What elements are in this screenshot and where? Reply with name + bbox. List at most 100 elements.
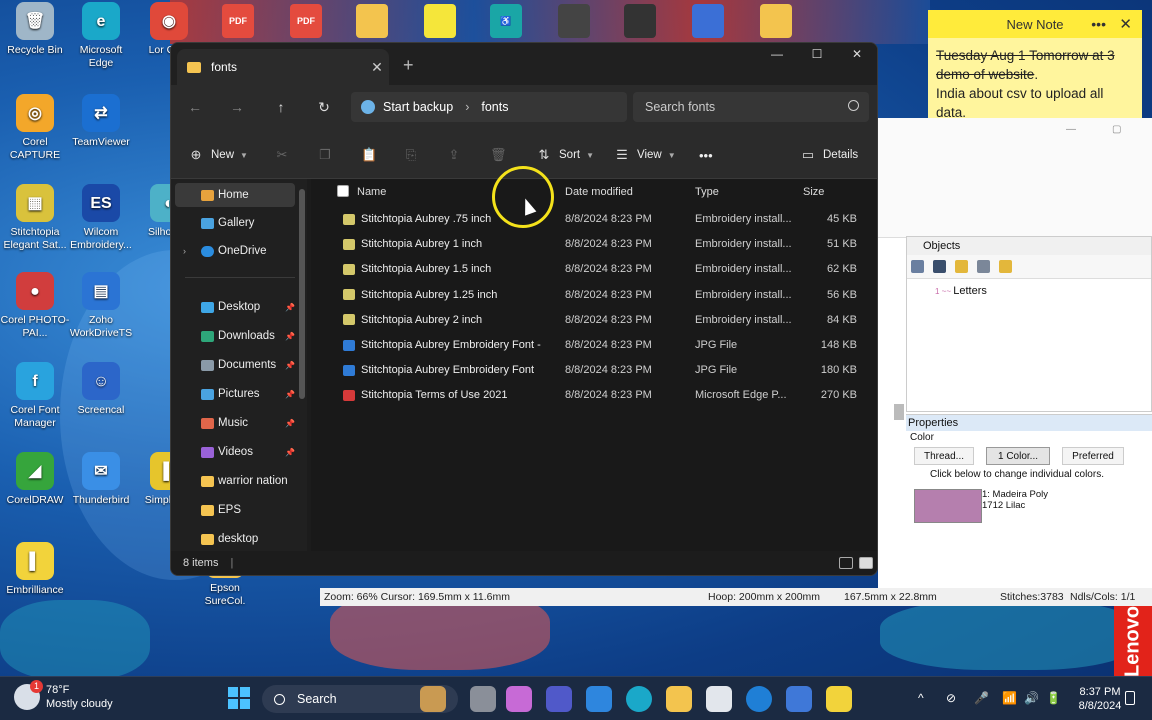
notification-icon[interactable] bbox=[1125, 691, 1135, 705]
delete-button[interactable]: 🗑 bbox=[490, 145, 512, 165]
nav-item-desktop[interactable]: desktop bbox=[171, 527, 301, 551]
desktop-icon[interactable]: ✉ Thunderbird bbox=[66, 452, 136, 507]
desktop-icon[interactable]: ◎ Corel CAPTURE bbox=[0, 94, 70, 162]
desktop-icon[interactable]: 🗑 Recycle Bin bbox=[0, 2, 70, 57]
more-options-button[interactable]: ••• bbox=[699, 145, 713, 165]
desktop-icon[interactable]: f Corel Font Manager bbox=[0, 362, 70, 430]
pin-icon[interactable]: 📌 bbox=[285, 361, 295, 370]
desktop-top-icon[interactable] bbox=[692, 4, 724, 38]
column-type[interactable]: Type bbox=[695, 179, 719, 205]
new-button[interactable]: ⊕ New ▼ bbox=[189, 145, 248, 165]
cat-widget-icon[interactable] bbox=[420, 686, 446, 712]
view-button[interactable]: ☰ View ▼ bbox=[615, 145, 675, 165]
desktop-icon[interactable]: ES Wilcom Embroidery... bbox=[66, 184, 136, 252]
desktop-icon[interactable]: ⇄ TeamViewer bbox=[66, 94, 136, 149]
battery-icon[interactable]: 🔋 bbox=[1046, 691, 1061, 705]
nav-item-warrior-nation[interactable]: warrior nation bbox=[171, 469, 301, 493]
nav-gallery[interactable]: Gallery bbox=[171, 211, 301, 235]
desktop-top-icon[interactable] bbox=[424, 4, 456, 38]
show-hidden-icons[interactable]: ^ bbox=[918, 691, 924, 705]
up-icon[interactable]: ↑ bbox=[271, 97, 291, 117]
cut-button[interactable]: ✂ bbox=[275, 145, 297, 165]
ungroup-icon[interactable] bbox=[933, 260, 946, 273]
file-row[interactable]: Stitchtopia Aubrey .75 inch 8/8/2024 8:23… bbox=[325, 207, 865, 231]
desktop-icon[interactable]: e Microsoft Edge bbox=[66, 2, 136, 70]
desktop-top-icon[interactable]: PDF bbox=[222, 4, 254, 38]
preferred-button[interactable]: Preferred bbox=[1062, 447, 1124, 465]
task-view-icon[interactable] bbox=[470, 686, 496, 712]
design-canvas[interactable]: — ▢ bbox=[878, 118, 1152, 238]
rename-button[interactable]: ⎘ bbox=[404, 145, 426, 165]
nav-item-videos[interactable]: Videos 📌 bbox=[171, 440, 301, 464]
desktop-top-icon[interactable] bbox=[558, 4, 590, 38]
nav-item-eps[interactable]: EPS bbox=[171, 498, 301, 522]
pin-icon[interactable]: 📌 bbox=[285, 332, 295, 341]
column-name[interactable]: Name bbox=[357, 179, 386, 205]
hide-icon[interactable] bbox=[977, 260, 990, 273]
start-button[interactable] bbox=[228, 687, 250, 709]
breadcrumb-current[interactable]: fonts bbox=[481, 100, 508, 114]
restore-button[interactable]: ▢ bbox=[1112, 124, 1121, 135]
share-button[interactable]: ⇪ bbox=[447, 145, 469, 165]
pin-icon[interactable]: 📌 bbox=[285, 303, 295, 312]
sticky-note-body[interactable]: Tuesday Aug 1 Tomorrow at 3 demo of webs… bbox=[928, 38, 1142, 120]
breadcrumb-root[interactable]: Start backup bbox=[383, 100, 453, 114]
column-date-modified[interactable]: Date modified bbox=[565, 179, 633, 205]
nav-item-downloads[interactable]: Downloads 📌 bbox=[171, 324, 301, 348]
close-tab-icon[interactable]: ✕ bbox=[365, 59, 389, 76]
column-size[interactable]: Size bbox=[803, 179, 824, 205]
file-row[interactable]: Stitchtopia Aubrey 1.5 inch 8/8/2024 8:23… bbox=[325, 257, 865, 281]
search-input[interactable]: Search fonts bbox=[633, 92, 869, 122]
desktop-icon[interactable]: ▤ Zoho WorkDriveTS bbox=[66, 272, 136, 340]
minimize-button[interactable]: — bbox=[1066, 124, 1076, 135]
nav-item-desktop[interactable]: Desktop 📌 bbox=[171, 295, 301, 319]
canvas-scroll-thumb[interactable] bbox=[894, 404, 904, 420]
group-icon[interactable] bbox=[911, 260, 924, 273]
select-all-checkbox[interactable] bbox=[337, 185, 349, 197]
file-row[interactable]: Stitchtopia Terms of Use 2021 8/8/2024 8:… bbox=[325, 383, 865, 407]
copilot-icon[interactable] bbox=[506, 686, 532, 712]
details-button[interactable]: ▭ Details bbox=[801, 145, 858, 165]
file-row[interactable]: Stitchtopia Aubrey Embroidery Font - ...… bbox=[325, 333, 865, 357]
nav-item-pictures[interactable]: Pictures 📌 bbox=[171, 382, 301, 406]
nav-item-documents[interactable]: Documents 📌 bbox=[171, 353, 301, 377]
nav-scrollbar[interactable] bbox=[299, 189, 305, 399]
details-view-icon[interactable] bbox=[839, 557, 853, 569]
desktop-top-icon[interactable] bbox=[356, 4, 388, 38]
breadcrumb[interactable]: Start backup › fonts bbox=[351, 92, 627, 122]
lock-icon[interactable] bbox=[955, 260, 968, 273]
file-row[interactable]: Stitchtopia Aubrey 1.25 inch 8/8/2024 8:2… bbox=[325, 283, 865, 307]
pin-icon[interactable]: 📌 bbox=[285, 448, 295, 457]
unlock-icon[interactable] bbox=[999, 260, 1012, 273]
new-tab-button[interactable]: + bbox=[403, 55, 414, 76]
file-explorer-icon[interactable] bbox=[666, 686, 692, 712]
microphone-icon[interactable]: 🎤 bbox=[974, 691, 989, 705]
minimize-button[interactable]: — bbox=[757, 47, 797, 67]
store-icon[interactable] bbox=[706, 686, 732, 712]
desktop-icon[interactable]: ◢ CorelDRAW bbox=[0, 452, 70, 507]
paste-button[interactable]: 📋 bbox=[361, 145, 383, 165]
desktop-top-icon[interactable] bbox=[624, 4, 656, 38]
weather-widget[interactable]: 1 78°F Mostly cloudy bbox=[14, 680, 113, 711]
tab-fonts[interactable]: fonts ✕ bbox=[177, 49, 389, 85]
pin-icon[interactable]: 📌 bbox=[285, 419, 295, 428]
wifi-icon[interactable]: 📶 bbox=[1002, 691, 1017, 705]
close-icon[interactable]: ✕ bbox=[1119, 15, 1132, 33]
object-letters[interactable]: 1 ~~ Letters bbox=[935, 285, 987, 297]
file-row[interactable]: Stitchtopia Aubrey 1 inch 8/8/2024 8:23 P… bbox=[325, 232, 865, 256]
thread-color-swatch[interactable] bbox=[914, 489, 982, 523]
teams-icon[interactable] bbox=[546, 686, 572, 712]
desktop-icon[interactable]: ▦ Stitchtopia Elegant Sat... bbox=[0, 184, 70, 252]
app-icon[interactable] bbox=[586, 686, 612, 712]
file-row[interactable]: Stitchtopia Aubrey Embroidery Font 8/8/20… bbox=[325, 358, 865, 382]
desktop-top-icon[interactable] bbox=[760, 4, 792, 38]
one-color-button[interactable]: 1 Color... bbox=[986, 447, 1050, 465]
desktop-icon[interactable]: ● Corel PHOTO-PAI... bbox=[0, 272, 70, 340]
nav-onedrive[interactable]: › OneDrive bbox=[171, 239, 301, 263]
desktop-icon[interactable]: ☺ Screencal bbox=[66, 362, 136, 417]
network-off-icon[interactable]: ⊘ bbox=[946, 691, 956, 705]
clock[interactable]: 8:37 PM 8/8/2024 bbox=[1070, 685, 1130, 713]
file-row[interactable]: Stitchtopia Aubrey 2 inch 8/8/2024 8:23 P… bbox=[325, 308, 865, 332]
forward-icon[interactable]: → bbox=[227, 97, 247, 117]
thread-button[interactable]: Thread... bbox=[914, 447, 974, 465]
